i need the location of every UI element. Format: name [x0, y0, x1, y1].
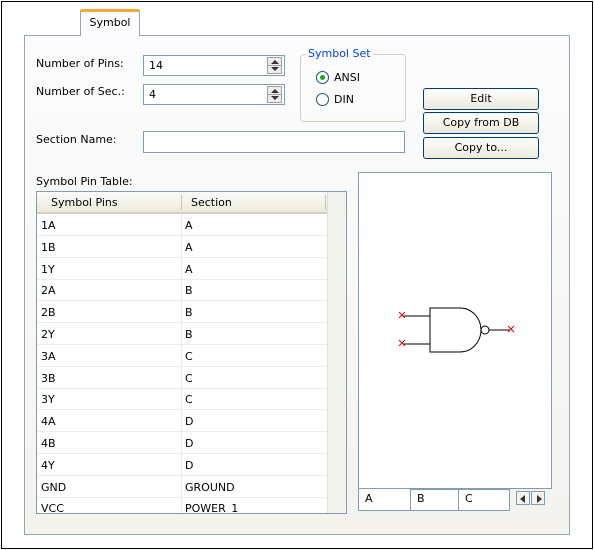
- cell-symbol-pin: 2Y: [41, 328, 55, 341]
- cell-symbol-pin: 3B: [41, 371, 56, 385]
- table-row[interactable]: 4B D: [37, 433, 327, 454]
- pin-table-header: Symbol Pins Section: [37, 192, 346, 214]
- tab-symbol[interactable]: Symbol: [80, 9, 140, 36]
- cell-section: B: [185, 328, 193, 341]
- table-row[interactable]: 2Y B: [37, 324, 327, 345]
- cell-section: D: [185, 415, 194, 429]
- radio-ansi[interactable]: [316, 71, 329, 84]
- section-tab-a-label: A: [365, 492, 373, 505]
- cell-section: B: [185, 306, 193, 320]
- cell-symbol-pin: GND: [41, 480, 67, 494]
- cell-symbol-pin: 4Y: [41, 458, 55, 472]
- cell-symbol-pin: 1B: [41, 240, 56, 254]
- cell-section: POWER_1: [185, 502, 239, 514]
- pin-table-label: Symbol Pin Table:: [36, 175, 133, 188]
- cell-symbol-pin: 2B: [41, 306, 56, 320]
- cell-section: GROUND: [185, 480, 235, 494]
- column-header-symbol-pins[interactable]: Symbol Pins: [51, 196, 118, 209]
- cell-section: A: [185, 262, 193, 276]
- column-header-section[interactable]: Section: [191, 196, 232, 209]
- cell-section: A: [185, 219, 193, 232]
- copy-to-button[interactable]: Copy to...: [423, 137, 539, 159]
- cell-symbol-pin: 2A: [41, 284, 56, 298]
- section-name-input[interactable]: [143, 131, 405, 153]
- scroll-right-icon[interactable]: [531, 491, 545, 505]
- and-gate-symbol: [398, 307, 515, 353]
- table-row[interactable]: 1B A: [37, 237, 327, 258]
- radio-din[interactable]: [316, 93, 329, 106]
- section-tab-c[interactable]: C: [458, 489, 510, 511]
- pin-table[interactable]: Symbol Pins Section 1A A 1B A 1Y A 2A B 2B B 2Y B 3A…: [36, 191, 347, 514]
- table-row[interactable]: 3B C: [37, 368, 327, 389]
- spin-arrows-icon[interactable]: [267, 86, 282, 103]
- cell-section: A: [185, 240, 193, 254]
- section-tab-a[interactable]: A: [358, 489, 411, 511]
- table-scrollbar[interactable]: [327, 192, 346, 513]
- radio-din-label: DIN: [334, 93, 354, 106]
- table-row[interactable]: 1Y A: [37, 259, 327, 280]
- table-row[interactable]: 2A B: [37, 280, 327, 302]
- cell-section: D: [185, 437, 194, 450]
- cell-symbol-pin: 1A: [41, 219, 56, 232]
- num-sec-value: 4: [149, 88, 156, 101]
- table-row[interactable]: 1A A: [37, 215, 327, 236]
- cell-section: C: [185, 349, 193, 363]
- table-row[interactable]: 4A D: [37, 411, 327, 433]
- scroll-left-icon[interactable]: [516, 491, 530, 505]
- num-pins-label: Number of Pins:: [36, 57, 124, 70]
- table-row[interactable]: VCC POWER_1: [37, 498, 327, 514]
- copy-to-label: Copy to...: [454, 141, 508, 154]
- cell-section: C: [185, 371, 193, 385]
- symbol-set-group: [300, 54, 406, 122]
- cell-section: C: [185, 393, 193, 407]
- table-row[interactable]: 3A C: [37, 346, 327, 367]
- section-name-label: Section Name:: [36, 133, 117, 146]
- spin-arrows-icon[interactable]: [267, 57, 282, 74]
- table-row[interactable]: 2B B: [37, 302, 327, 324]
- num-pins-value: 14: [149, 59, 163, 72]
- section-tab-c-label: C: [465, 492, 473, 505]
- cell-section: B: [185, 284, 193, 298]
- cell-symbol-pin: 4B: [41, 437, 56, 450]
- copy-from-db-label: Copy from DB: [442, 116, 520, 129]
- cell-symbol-pin: 3A: [41, 349, 56, 363]
- num-sec-stepper[interactable]: 4: [143, 84, 285, 105]
- symbol-preview: [358, 172, 552, 489]
- num-pins-stepper[interactable]: 14: [143, 55, 285, 76]
- copy-from-db-button[interactable]: Copy from DB: [423, 112, 539, 134]
- cell-symbol-pin: 1Y: [41, 262, 55, 276]
- table-row[interactable]: 3Y C: [37, 389, 327, 411]
- symbol-set-title: Symbol Set: [306, 47, 373, 60]
- table-row[interactable]: 4Y D: [37, 455, 327, 476]
- cell-section: D: [185, 458, 194, 472]
- cell-symbol-pin: 3Y: [41, 393, 55, 407]
- table-row[interactable]: GND GROUND: [37, 477, 327, 498]
- num-sec-label: Number of Sec.:: [36, 85, 125, 98]
- radio-selected-dot-icon: [320, 75, 325, 80]
- cell-symbol-pin: VCC: [41, 502, 64, 514]
- edit-button[interactable]: Edit: [423, 88, 539, 110]
- radio-ansi-label: ANSI: [334, 71, 360, 84]
- cell-symbol-pin: 4A: [41, 415, 56, 429]
- section-tab-b[interactable]: B: [410, 489, 459, 511]
- edit-button-label: Edit: [470, 92, 492, 105]
- section-tab-b-label: B: [417, 492, 425, 505]
